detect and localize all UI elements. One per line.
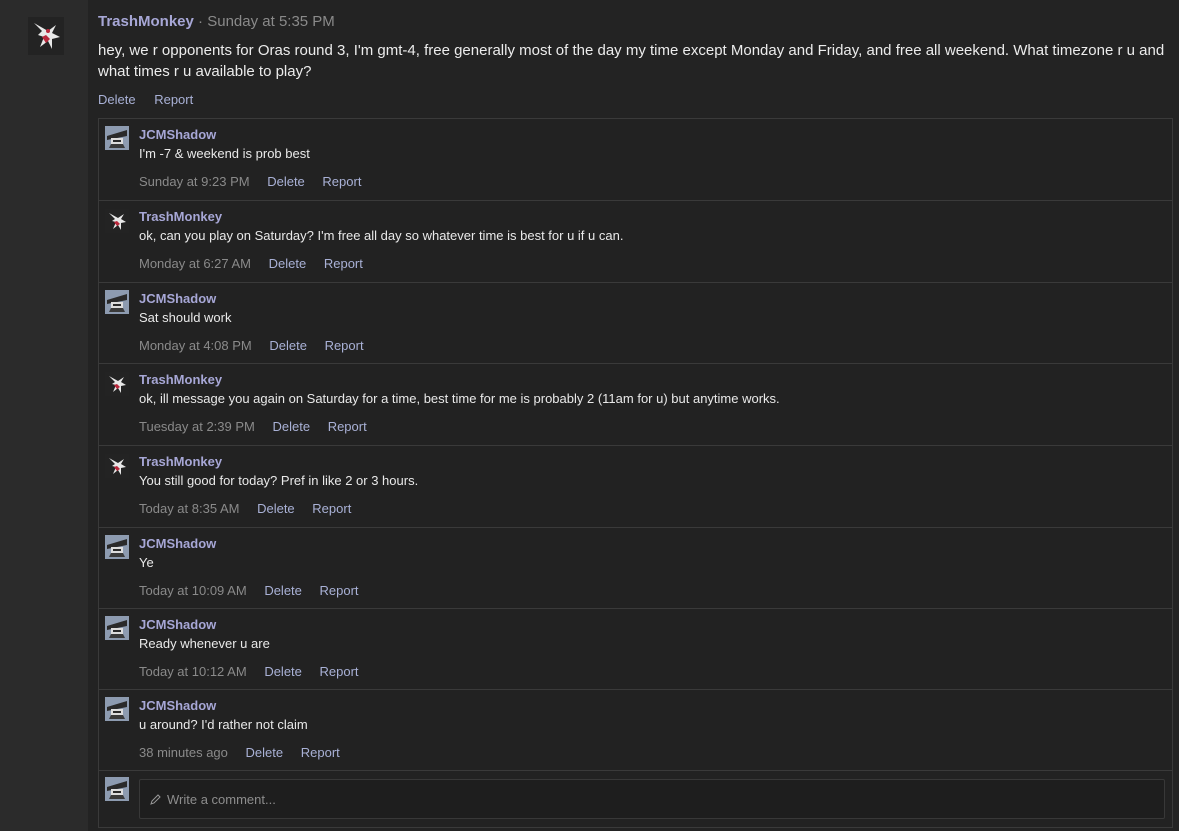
comment-report-link[interactable]: Report [324,256,363,271]
comment-report-link[interactable]: Report [312,501,351,516]
comment-report-link[interactable]: Report [320,583,359,598]
ninja-avatar[interactable] [105,535,129,559]
comment-text: Ye [139,555,154,570]
comment-time[interactable]: Monday at 4:08 PM [139,338,252,353]
comment-author[interactable]: TrashMonkey [139,209,222,224]
post-author-name[interactable]: TrashMonkey [98,13,194,30]
comment-report-link[interactable]: Report [322,174,361,189]
post-body: hey, we r opponents for Oras round 3, I'… [98,42,1165,80]
comment-item: JCMShadow Ye Today at 10:09 AM Delete Re… [99,528,1172,609]
comment-author[interactable]: TrashMonkey [139,454,222,469]
comment-delete-link[interactable]: Delete [269,256,307,271]
comment-item: TrashMonkey ok, ill message you again on… [99,364,1172,446]
comment-text: Ready whenever u are [139,636,270,651]
ninja-avatar[interactable] [105,616,129,640]
comment-author[interactable]: JCMShadow [139,291,216,306]
comment-text: Sat should work [139,310,232,325]
comment-report-link[interactable]: Report [328,419,367,434]
comment-item: JCMShadow Ready whenever u are Today at … [99,609,1172,690]
comment-author[interactable]: JCMShadow [139,536,216,551]
comment-time[interactable]: 38 minutes ago [139,745,228,760]
header-separator: · [198,13,204,30]
comment-text: I'm -7 & weekend is prob best [139,146,310,161]
comment-item: JCMShadow Sat should work Monday at 4:08… [99,283,1172,364]
comment-delete-link[interactable]: Delete [264,583,302,598]
pencil-icon [150,793,162,805]
comment-meta: Today at 10:12 AM Delete Report [139,664,373,679]
monkey-avatar[interactable] [105,454,129,478]
ninja-avatar[interactable] [105,126,129,150]
comment-item: TrashMonkey You still good for today? Pr… [99,446,1172,528]
comment-time[interactable]: Today at 8:35 AM [139,501,239,516]
comment-delete-link[interactable]: Delete [269,338,307,353]
post-author-avatar[interactable] [28,17,64,55]
comment-report-link[interactable]: Report [301,745,340,760]
monkey-avatar[interactable] [105,372,129,396]
comment-delete-link[interactable]: Delete [246,745,284,760]
comment-author[interactable]: TrashMonkey [139,372,222,387]
post-delete-link[interactable]: Delete [98,92,136,107]
post-timestamp[interactable]: Sunday at 5:35 PM [207,13,335,30]
post-header: TrashMonkey · Sunday at 5:35 PM [98,13,335,30]
comment-time[interactable]: Today at 10:12 AM [139,664,247,679]
comment-time[interactable]: Tuesday at 2:39 PM [139,419,255,434]
post-report-link[interactable]: Report [154,92,193,107]
comment-form: Write a comment... [99,771,1172,827]
comment-delete-link[interactable]: Delete [257,501,295,516]
comment-delete-link[interactable]: Delete [272,419,310,434]
comment-meta: Tuesday at 2:39 PM Delete Report [139,419,381,434]
comment-report-link[interactable]: Report [325,338,364,353]
comment-item: JCMShadow u around? I'd rather not claim… [99,690,1172,771]
comment-delete-link[interactable]: Delete [267,174,305,189]
comment-input[interactable]: Write a comment... [139,779,1165,819]
ninja-avatar[interactable] [105,697,129,721]
comment-meta: Today at 10:09 AM Delete Report [139,583,373,598]
comment-meta: Monday at 6:27 AM Delete Report [139,256,377,271]
post-actions: Delete Report [98,92,208,107]
comment-list: JCMShadow I'm -7 & weekend is prob best … [98,118,1173,828]
comment-item: TrashMonkey ok, can you play on Saturday… [99,201,1172,283]
monkey-avatar[interactable] [105,209,129,233]
comment-report-link[interactable]: Report [320,664,359,679]
comment-delete-link[interactable]: Delete [264,664,302,679]
left-gutter [0,0,88,831]
comment-author[interactable]: JCMShadow [139,617,216,632]
comment-meta: 38 minutes ago Delete Report [139,745,354,760]
comment-item: JCMShadow I'm -7 & weekend is prob best … [99,119,1172,201]
comment-time[interactable]: Today at 10:09 AM [139,583,247,598]
comment-placeholder: Write a comment... [167,791,276,807]
comment-time[interactable]: Sunday at 9:23 PM [139,174,250,189]
comment-meta: Monday at 4:08 PM Delete Report [139,338,378,353]
comment-time[interactable]: Monday at 6:27 AM [139,256,251,271]
comment-meta: Today at 8:35 AM Delete Report [139,501,365,516]
comment-text: ok, can you play on Saturday? I'm free a… [139,228,624,243]
comment-author[interactable]: JCMShadow [139,127,216,142]
ninja-avatar [105,777,129,801]
comment-meta: Sunday at 9:23 PM Delete Report [139,174,375,189]
comment-text: You still good for today? Pref in like 2… [139,473,419,488]
ninja-avatar[interactable] [105,290,129,314]
comment-author[interactable]: JCMShadow [139,698,216,713]
comment-text: ok, ill message you again on Saturday fo… [139,391,780,406]
comment-text: u around? I'd rather not claim [139,717,308,732]
